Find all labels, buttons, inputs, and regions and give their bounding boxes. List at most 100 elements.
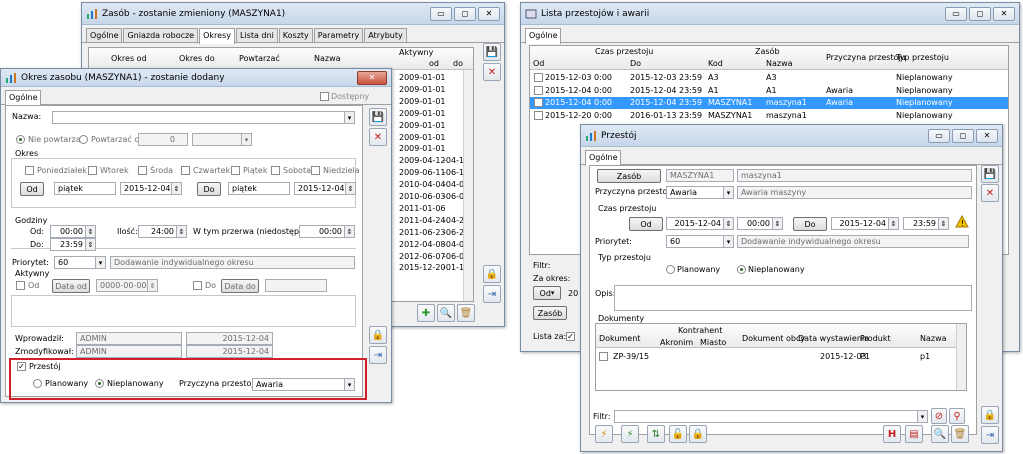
do-button[interactable]: Do: [793, 217, 827, 231]
powtarzac-co-radio[interactable]: [79, 135, 88, 144]
lightning-orange-icon[interactable]: ⚡: [595, 425, 613, 443]
spinner-icon[interactable]: ⇕: [344, 226, 354, 237]
tab-lista-dni[interactable]: Lista dni: [235, 28, 278, 42]
chevron-down-icon[interactable]: ▾: [344, 112, 354, 123]
notes-area[interactable]: [11, 295, 356, 327]
table-row[interactable]: 2012-04-08 -04-09: [399, 239, 469, 251]
zasob-button[interactable]: Zasób: [597, 169, 661, 183]
table-row[interactable]: 2009-01-01: [399, 143, 463, 155]
table-row[interactable]: 2010-06-03 -06-03: [399, 191, 469, 203]
close-button[interactable]: ✕: [478, 7, 500, 21]
search-icon[interactable]: 🔍: [437, 304, 455, 322]
close-button[interactable]: ✕: [976, 129, 998, 143]
spinner-icon[interactable]: ⇕: [85, 239, 95, 250]
chevron-down-icon[interactable]: ▾: [723, 187, 733, 198]
lock-icon[interactable]: 🔒: [483, 265, 501, 283]
row-checkbox[interactable]: [534, 85, 543, 95]
table-row[interactable]: 2015-12-04 0:00 2015-12-04 23:59 A1 A1 Awari…: [530, 85, 1008, 97]
header-nazwa[interactable]: Nazwa: [920, 334, 947, 343]
day-checkbox[interactable]: [311, 166, 320, 175]
minimize-button[interactable]: ▭: [430, 7, 452, 21]
header-kod[interactable]: Kod: [708, 59, 723, 68]
close-button[interactable]: ✕: [993, 7, 1015, 21]
table-row[interactable]: 2009-01-01: [399, 108, 463, 120]
table-row[interactable]: 2009-06-11 -06-11: [399, 167, 469, 179]
header-od[interactable]: Od: [533, 59, 544, 68]
table-row[interactable]: 2009-01-01: [399, 96, 463, 108]
date-to[interactable]: 2015-12-04 ⇕: [294, 182, 356, 195]
chevron-down-icon[interactable]: ▾: [723, 236, 733, 247]
day-checkbox[interactable]: [231, 166, 240, 175]
delete-icon[interactable]: ✕: [369, 128, 387, 146]
lista-za-checkbox[interactable]: ✓: [566, 332, 575, 341]
time-to[interactable]: 23:59 ⇕: [903, 217, 949, 230]
lista-titlebar[interactable]: Lista przestojów i awarii ▭ ◻ ✕: [521, 3, 1019, 25]
dock-icon[interactable]: ⇥: [483, 285, 501, 303]
filter-icon[interactable]: ⚲: [949, 408, 965, 424]
table-row[interactable]: 2011-01-06: [399, 203, 463, 215]
spinner-icon[interactable]: ⇕: [171, 183, 181, 194]
report-icon[interactable]: ▤: [905, 425, 923, 443]
chevron-down-icon[interactable]: ▾: [95, 257, 105, 268]
header-okres-od[interactable]: Okres od: [111, 54, 147, 63]
trash-icon[interactable]: 🗑: [951, 425, 969, 443]
data-od-input[interactable]: 0000-00-00 ⇕: [96, 279, 158, 292]
lightning-green-icon[interactable]: ⚡: [621, 425, 639, 443]
header-typ[interactable]: Typ przestoju: [896, 53, 949, 62]
maximize-button[interactable]: ◻: [952, 129, 974, 143]
akt-od-checkbox[interactable]: [16, 281, 25, 290]
table-row[interactable]: 2011-04-24 -04-25: [399, 215, 469, 227]
spinner-icon[interactable]: ⇕: [147, 280, 157, 291]
save-icon[interactable]: 💾: [981, 165, 999, 183]
spinner-icon[interactable]: ⇕: [938, 218, 948, 229]
row-checkbox[interactable]: [599, 352, 608, 361]
table-row[interactable]: 2015-12-20 -01-13: [399, 262, 469, 274]
filtr-input[interactable]: ▾: [614, 410, 928, 423]
save-icon[interactable]: 💾: [483, 43, 501, 61]
trash-icon[interactable]: 🗑: [457, 304, 475, 322]
add-icon[interactable]: ✚: [417, 304, 435, 322]
nieplanowany-radio[interactable]: [95, 379, 104, 388]
nieplanowany-radio[interactable]: [737, 265, 746, 274]
od-button[interactable]: Od: [629, 217, 663, 231]
header-akronim[interactable]: Akronim: [660, 338, 693, 347]
save-icon[interactable]: 💾: [369, 108, 387, 126]
day-from[interactable]: piątek: [54, 182, 116, 195]
powtarzac-unit[interactable]: ▾: [192, 133, 252, 146]
date-from[interactable]: 2015-12-04 ⇕: [666, 217, 734, 230]
przerwa-input[interactable]: 00:00 ⇕: [299, 225, 355, 238]
tab-ogolne[interactable]: Ogólne: [525, 28, 562, 44]
priorytet-input[interactable]: 60 ▾: [54, 256, 106, 269]
filter-clear-icon[interactable]: ⊘: [931, 408, 947, 424]
header-produkt[interactable]: Produkt: [860, 334, 891, 343]
tab-ogolne[interactable]: Ogólne: [86, 28, 123, 42]
opis-input[interactable]: [614, 285, 972, 311]
maximize-button[interactable]: ◻: [454, 7, 476, 21]
tab-ogolne[interactable]: Ogólne: [585, 150, 622, 166]
table-row[interactable]: ZP-39/15 2015-12-03 P1 p1: [596, 351, 956, 363]
akt-do-checkbox[interactable]: [193, 281, 202, 290]
przestoj-checkbox[interactable]: ✓: [17, 362, 26, 371]
header-nazwa[interactable]: Nazwa: [314, 54, 341, 63]
day-checkbox[interactable]: [25, 166, 34, 175]
header-obcy[interactable]: Dokument obcy: [742, 334, 805, 343]
header-do[interactable]: do: [453, 59, 463, 68]
spinner-icon[interactable]: ⇕: [176, 226, 186, 237]
okres-titlebar[interactable]: Okres zasobu (MASZYNA1) - zostanie dodan…: [1, 69, 391, 87]
tab-parametry[interactable]: Parametry: [313, 28, 364, 42]
delete-icon[interactable]: ✕: [483, 63, 501, 81]
row-checkbox[interactable]: [534, 98, 543, 107]
header-data[interactable]: Data wystawienia: [798, 334, 869, 343]
powtarzac-value[interactable]: 0: [138, 133, 188, 146]
tab-atrybuty[interactable]: Atrybuty: [364, 28, 407, 42]
header-powtarzac[interactable]: Powtarzać: [239, 54, 280, 63]
data-do-input[interactable]: [265, 279, 327, 292]
scrollbar[interactable]: [463, 70, 473, 301]
dokumenty-grid[interactable]: Dokument Kontrahent Akronim Miasto Dokum…: [595, 323, 967, 391]
maximize-button[interactable]: ◻: [969, 7, 991, 21]
time-from[interactable]: 00:00 ⇕: [737, 217, 783, 230]
history-icon[interactable]: H: [883, 425, 901, 443]
table-row[interactable]: 2009-04-12 -04-13: [399, 155, 469, 167]
lock-icon[interactable]: 🔒: [369, 326, 387, 344]
delete-icon[interactable]: ✕: [981, 184, 999, 202]
